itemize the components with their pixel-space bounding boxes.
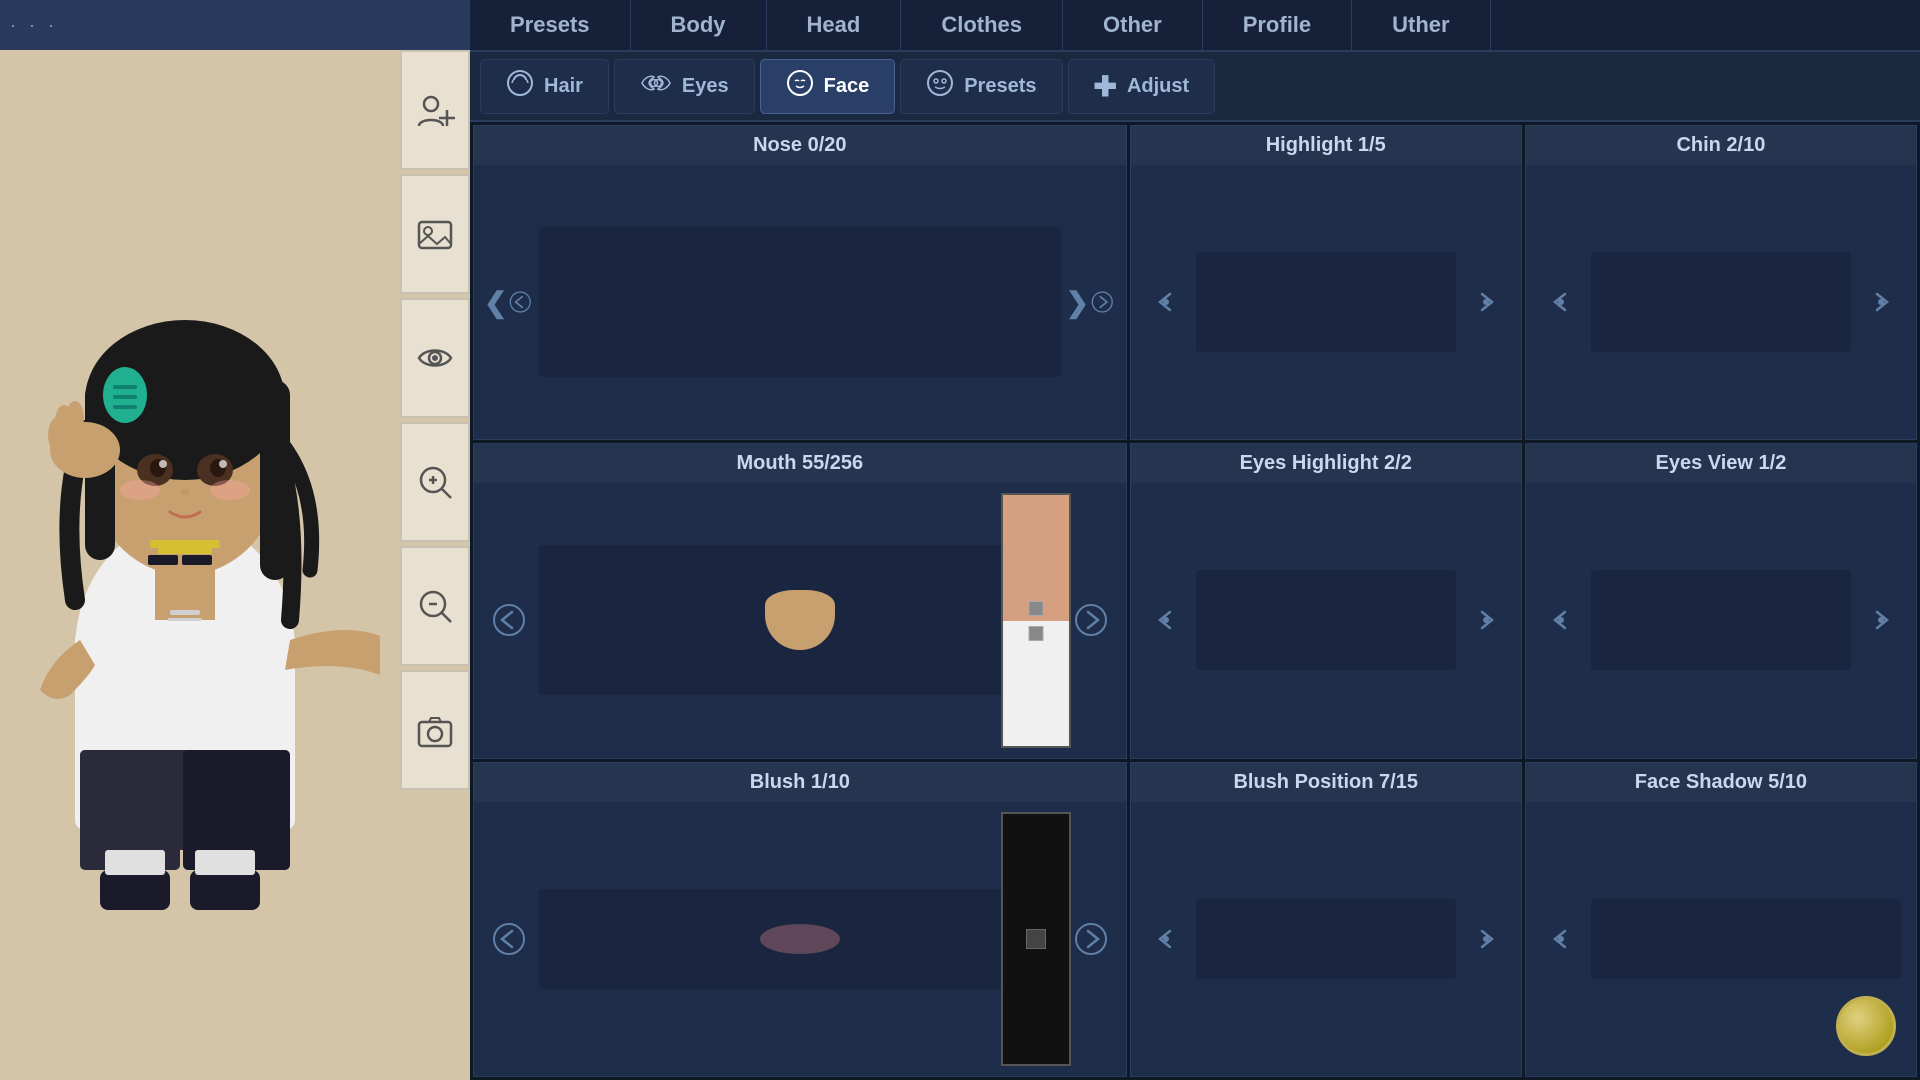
tab-clothes[interactable]: Clothes	[901, 0, 1063, 50]
mouth-cell: Mouth 55/256	[473, 443, 1127, 758]
chin-next-button[interactable]	[1856, 277, 1906, 327]
tab-uther[interactable]: Uther	[1352, 0, 1490, 50]
highlight-preview	[1196, 252, 1456, 352]
chin-label: Chin 2/10	[1526, 126, 1916, 165]
mouth-preview	[539, 545, 1061, 695]
highlight-label: Highlight 1/5	[1131, 126, 1521, 165]
eyes-highlight-preview	[1196, 570, 1456, 670]
subtab-hair[interactable]: Hair	[480, 59, 609, 114]
right-panel: Presets Body Head Clothes Other Profile …	[470, 0, 1920, 1080]
blush-position-label: Blush Position 7/15	[1131, 763, 1521, 802]
blush-position-controls	[1131, 802, 1521, 1076]
eye-toggle-button[interactable]	[400, 298, 470, 418]
mouth-label: Mouth 55/256	[474, 444, 1126, 483]
mouth-shape-preview	[765, 590, 835, 650]
presets-icon	[926, 69, 954, 104]
highlight-next-button[interactable]	[1461, 277, 1511, 327]
camera-button[interactable]	[400, 670, 470, 790]
eyes-highlight-prev-button[interactable]	[1141, 595, 1191, 645]
eyes-view-preview	[1591, 570, 1851, 670]
eyes-highlight-next-button[interactable]	[1461, 595, 1511, 645]
left-panel: · · ·	[0, 0, 470, 1080]
highlight-cell: Highlight 1/5	[1130, 125, 1522, 440]
blush-position-prev-button[interactable]	[1141, 914, 1191, 964]
face-icon	[786, 69, 814, 104]
subtab-eyes[interactable]: Eyes	[614, 59, 755, 114]
subtab-face[interactable]: Face	[760, 59, 896, 114]
blush-next-button[interactable]	[1066, 914, 1116, 964]
eyes-highlight-label: Eyes Highlight 2/2	[1131, 444, 1521, 483]
gallery-button[interactable]	[400, 174, 470, 294]
highlight-controls	[1131, 165, 1521, 439]
tab-presets[interactable]: Presets	[470, 0, 631, 50]
nose-preview	[539, 227, 1061, 377]
chin-cell: Chin 2/10	[1525, 125, 1917, 440]
mouth-prev-button[interactable]	[484, 595, 534, 645]
eyes-icon	[640, 72, 672, 100]
blush-label: Blush 1/10	[474, 763, 1126, 802]
subtab-hair-label: Hair	[544, 75, 583, 98]
eyes-view-controls	[1526, 483, 1916, 757]
eyes-highlight-cell: Eyes Highlight 2/2	[1130, 443, 1522, 758]
nose-label: Nose 0/20	[474, 126, 1126, 165]
nose-next-button[interactable]	[1066, 277, 1116, 327]
eyes-highlight-controls	[1131, 483, 1521, 757]
hair-icon	[506, 69, 534, 104]
nose-controls	[474, 165, 1126, 439]
swatch-indicator-bottom	[1028, 626, 1043, 641]
side-toolbar	[400, 50, 470, 794]
highlight-prev-button[interactable]	[1141, 277, 1191, 327]
zoom-in-button[interactable]	[400, 422, 470, 542]
top-bar: · · ·	[0, 0, 470, 50]
character-preview	[0, 50, 380, 950]
chin-preview	[1591, 252, 1851, 352]
blush-prev-button[interactable]	[484, 914, 534, 964]
chin-controls	[1526, 165, 1916, 439]
subtab-presets[interactable]: Presets	[900, 59, 1062, 114]
swatch-color-top	[1003, 495, 1069, 620]
tab-head[interactable]: Head	[767, 0, 902, 50]
eyes-view-next-button[interactable]	[1856, 595, 1906, 645]
eyes-view-prev-button[interactable]	[1536, 595, 1586, 645]
subtab-presets-label: Presets	[964, 75, 1036, 98]
adjust-icon: ✚	[1094, 70, 1117, 103]
face-shadow-preview	[1591, 899, 1901, 979]
dots-decoration: · · ·	[10, 15, 58, 36]
top-navigation: Presets Body Head Clothes Other Profile …	[470, 0, 1920, 52]
tab-body[interactable]: Body	[631, 0, 767, 50]
blush-shape-preview	[760, 924, 840, 954]
content-grid: Nose 0/20 Highlight 1/5	[470, 122, 1920, 1080]
mouth-color-swatch[interactable]	[1001, 493, 1071, 747]
blush-color-swatch[interactable]	[1001, 812, 1071, 1066]
swatch-color-bottom	[1003, 621, 1069, 746]
face-shadow-prev-button[interactable]	[1536, 914, 1586, 964]
subtab-face-label: Face	[824, 75, 870, 98]
sub-navigation: Hair Eyes Face	[470, 52, 1920, 122]
subtab-eyes-label: Eyes	[682, 75, 729, 98]
eyes-view-cell: Eyes View 1/2	[1525, 443, 1917, 758]
subtab-adjust-label: Adjust	[1127, 75, 1189, 98]
add-user-button[interactable]	[400, 50, 470, 170]
settings-circle-button[interactable]	[1836, 996, 1896, 1056]
blush-controls	[474, 802, 1126, 1076]
blush-swatch-square	[1026, 929, 1046, 949]
blush-cell: Blush 1/10	[473, 762, 1127, 1077]
tab-profile[interactable]: Profile	[1203, 0, 1352, 50]
nose-prev-button[interactable]	[484, 277, 534, 327]
nose-cell: Nose 0/20	[473, 125, 1127, 440]
blush-position-cell: Blush Position 7/15	[1130, 762, 1522, 1077]
subtab-adjust[interactable]: ✚ Adjust	[1068, 59, 1216, 114]
chin-prev-button[interactable]	[1536, 277, 1586, 327]
mouth-controls	[474, 483, 1126, 757]
eyes-view-label: Eyes View 1/2	[1526, 444, 1916, 483]
face-shadow-label: Face Shadow 5/10	[1526, 763, 1916, 802]
face-shadow-cell: Face Shadow 5/10	[1525, 762, 1917, 1077]
blush-position-preview	[1196, 899, 1456, 979]
blush-preview	[539, 889, 1061, 989]
mouth-next-button[interactable]	[1066, 595, 1116, 645]
swatch-indicator-top	[1028, 601, 1043, 616]
tab-other[interactable]: Other	[1063, 0, 1203, 50]
blush-position-next-button[interactable]	[1461, 914, 1511, 964]
zoom-out-button[interactable]	[400, 546, 470, 666]
